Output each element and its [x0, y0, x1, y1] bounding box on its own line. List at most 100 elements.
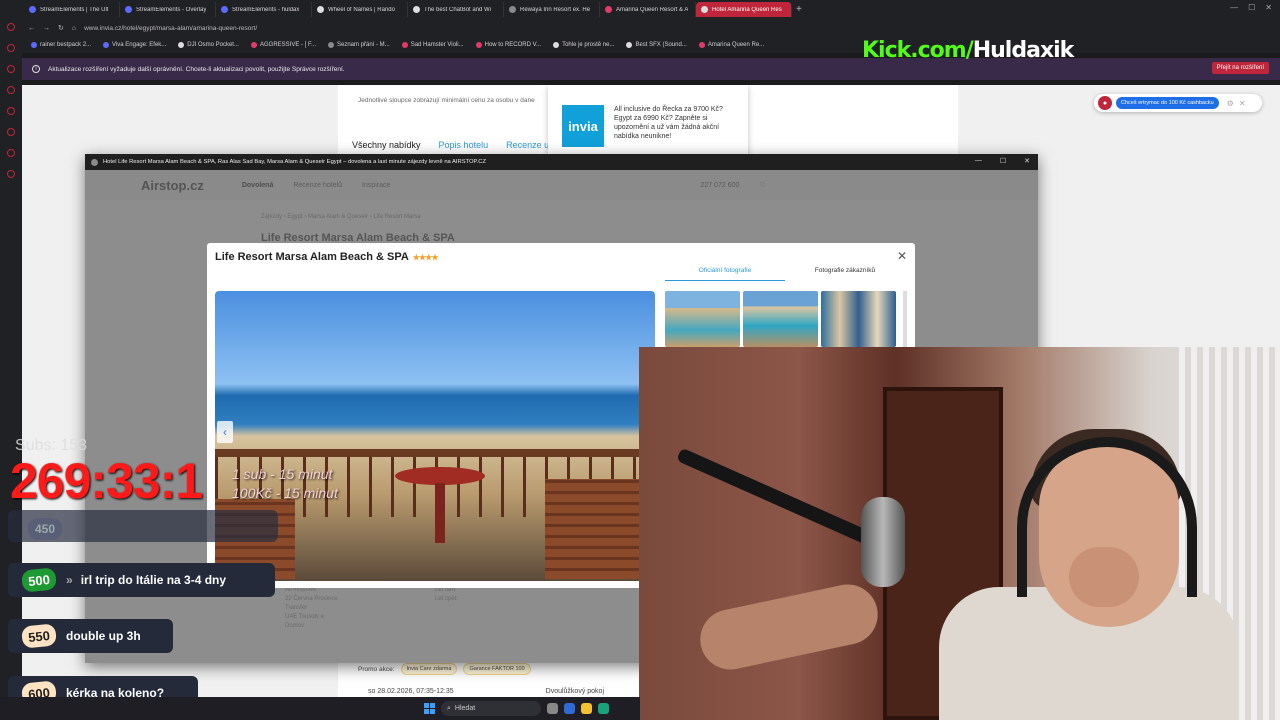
bookmarks-bar: rainer bestpack 2... Viva Engage: Efek..…: [0, 37, 1280, 53]
settings-icon[interactable]: ⚙: [1227, 99, 1234, 108]
minimize-icon[interactable]: —: [975, 157, 982, 165]
close-icon[interactable]: ✕: [1239, 99, 1246, 108]
tab-hotel-description[interactable]: Popis hotelu: [439, 140, 489, 150]
sidebar-icon[interactable]: [7, 170, 15, 178]
forward-icon[interactable]: →: [43, 25, 50, 32]
balcony-rail: [215, 449, 655, 457]
tab-amarina-1[interactable]: Amarina Queen Resort & A: [600, 2, 696, 17]
bookmark[interactable]: Seznam přání - M...: [323, 42, 395, 48]
browser-sidebar: [0, 19, 22, 699]
window-title-bar: Hotel Life Resort Marsa Alam Beach & SPA…: [85, 154, 1038, 170]
bookmark[interactable]: rainer bestpack 2...: [26, 42, 96, 48]
nav-inspirace[interactable]: Inspirace: [362, 182, 390, 189]
bookmark-icon: [553, 42, 560, 48]
bookmark[interactable]: Tohle je prostě ne...: [548, 42, 619, 48]
timer-rules: 1 sub - 15 minut 100Kč - 15 minut: [232, 466, 338, 501]
url-field[interactable]: www.invia.cz/hotel/egypt/marsa-alam/amar…: [84, 25, 257, 32]
back-icon[interactable]: ←: [28, 25, 35, 32]
go-to-extensions-button[interactable]: Přejít na rozšíření: [1211, 62, 1269, 74]
task-view-icon[interactable]: [547, 703, 558, 714]
airstop-logo[interactable]: Airstop.cz: [141, 178, 204, 193]
tab-all-offers[interactable]: Všechny nabídky: [352, 140, 421, 150]
bookmark[interactable]: Sad Hamster Violi...: [397, 42, 469, 48]
windows-start-icon[interactable]: [424, 703, 435, 714]
thumbnail-scrollbar[interactable]: [903, 291, 907, 347]
bookmark-icon: [626, 42, 633, 48]
cashback-widget: ● Chceš ertrymac do 100 Kč cashbacku ⚙ ✕: [1094, 94, 1262, 112]
tab-streamelements-1[interactable]: StreamElements | The Ult: [24, 2, 120, 17]
bookmark-icon: [178, 42, 185, 48]
maximize-icon[interactable]: ☐: [1248, 3, 1255, 12]
sidebar-icon[interactable]: [7, 86, 15, 94]
hero-photo: ‹: [215, 291, 655, 581]
tab-amarina-active[interactable]: Hotel Amarina Queen Res: [696, 2, 792, 17]
invia-notification-popup[interactable]: invia All inclusive do Řecka za 9700 Kč?…: [548, 85, 748, 155]
tab-customer-photos[interactable]: Fotografie zákazníků: [785, 267, 905, 281]
tab-rewaya[interactable]: Rewaya Inn Resort ex. He: [504, 2, 600, 17]
bookmark-icon: [401, 42, 408, 48]
search-icon: ⌕: [447, 704, 451, 712]
sidebar-icon[interactable]: [7, 128, 15, 136]
goal-text: double up 3h: [66, 629, 141, 643]
bookmark-icon: [328, 42, 334, 48]
taskbar-apps: ⌕ Hledat: [424, 701, 609, 716]
tab-reviews[interactable]: Recenze ub: [506, 140, 554, 150]
offer-row[interactable]: so 28.02.2026, 07:35-12:35 Dvoulůžkový p…: [368, 688, 604, 695]
minimize-icon[interactable]: —: [1230, 3, 1238, 12]
sidebar-icon[interactable]: [7, 44, 15, 52]
copilot-icon[interactable]: [564, 703, 575, 714]
thumbnail-strip: [665, 291, 896, 347]
bookmark[interactable]: How to RECORD V...: [471, 42, 546, 48]
bookmark[interactable]: Best SFX (Sound...: [621, 42, 691, 48]
nav-recenze[interactable]: Recenze hotelů: [293, 182, 342, 189]
thumbnail-restaurant[interactable]: [821, 291, 896, 347]
chevron-left-icon[interactable]: ‹: [217, 421, 233, 443]
sidebar-icon[interactable]: [7, 23, 15, 31]
chevrons-right-icon: »: [66, 573, 73, 587]
invia-icon: [605, 6, 612, 13]
promo-row: Promo akce: Invia Care zdarma Garance FA…: [358, 663, 531, 675]
close-icon[interactable]: ✕: [1024, 157, 1030, 165]
tab-official-photos[interactable]: Oficiální fotografie: [665, 267, 785, 281]
promo-label: Promo akce:: [358, 665, 395, 673]
close-icon[interactable]: ✕: [1265, 3, 1272, 12]
goal-item: 550 double up 3h: [8, 619, 173, 653]
heart-icon[interactable]: ♡: [759, 181, 765, 189]
edge-icon[interactable]: [598, 703, 609, 714]
flight-date: so 28.02.2026, 07:35-12:35: [368, 688, 454, 695]
maximize-icon[interactable]: ☐: [1000, 157, 1006, 165]
address-bar: ← → ↻ ⌂ www.invia.cz/hotel/egypt/marsa-a…: [0, 19, 1280, 37]
streamelements-icon: [125, 6, 132, 13]
bookmark[interactable]: DJI Osmo Pocket...: [173, 42, 244, 48]
goal-number: 550: [20, 623, 58, 649]
invia-popup-text: All inclusive do Řecka za 9700 Kč? Egypt…: [614, 106, 723, 140]
taskbar-search[interactable]: ⌕ Hledat: [441, 701, 541, 716]
sidebar-icon[interactable]: [7, 149, 15, 157]
browser-tab-bar: StreamElements | The Ult StreamElements …: [0, 0, 1280, 19]
promo-chip[interactable]: Garance FAKTOR 100: [463, 663, 531, 675]
thumbnail-pool[interactable]: [743, 291, 818, 347]
home-icon[interactable]: ⌂: [72, 25, 76, 32]
window-controls: — ☐ ✕: [1230, 3, 1272, 12]
thumbnail-pool[interactable]: [665, 291, 740, 347]
bookmark[interactable]: AGGRESSIVE - [ F...: [246, 42, 321, 48]
sidebar-icon[interactable]: [7, 107, 15, 115]
tab-chatbot[interactable]: The best ChatBot and Wi: [408, 2, 504, 17]
reload-icon[interactable]: ↻: [58, 24, 64, 32]
price-caption: Jednotlivé sloupce zobrazují minimální c…: [358, 97, 535, 104]
cashback-button[interactable]: Chceš ertrymac do 100 Kč cashbacku: [1116, 97, 1219, 109]
nav-dovolena[interactable]: Dovolená: [242, 182, 274, 189]
promo-chip[interactable]: Invia Care zdarma: [400, 663, 458, 675]
file-explorer-icon[interactable]: [581, 703, 592, 714]
tab-streamelements-2[interactable]: StreamElements - Overlay: [120, 2, 216, 17]
tab-streamelements-3[interactable]: StreamElements - huldax: [216, 2, 312, 17]
bookmark[interactable]: Amarina Queen Re...: [694, 42, 769, 48]
bookmark[interactable]: Viva Engage: Efek...: [98, 42, 171, 48]
trip-details: All inclusive 22 Června Prosince Transfe…: [285, 587, 338, 629]
sidebar-icon[interactable]: [7, 65, 15, 73]
close-icon[interactable]: ✕: [897, 249, 907, 263]
tab-wheel-of-names[interactable]: Wheel of Names | Rando: [312, 2, 408, 17]
airstop-favicon: [91, 158, 98, 166]
info-icon: i: [32, 65, 40, 73]
new-tab-button[interactable]: +: [796, 4, 802, 15]
